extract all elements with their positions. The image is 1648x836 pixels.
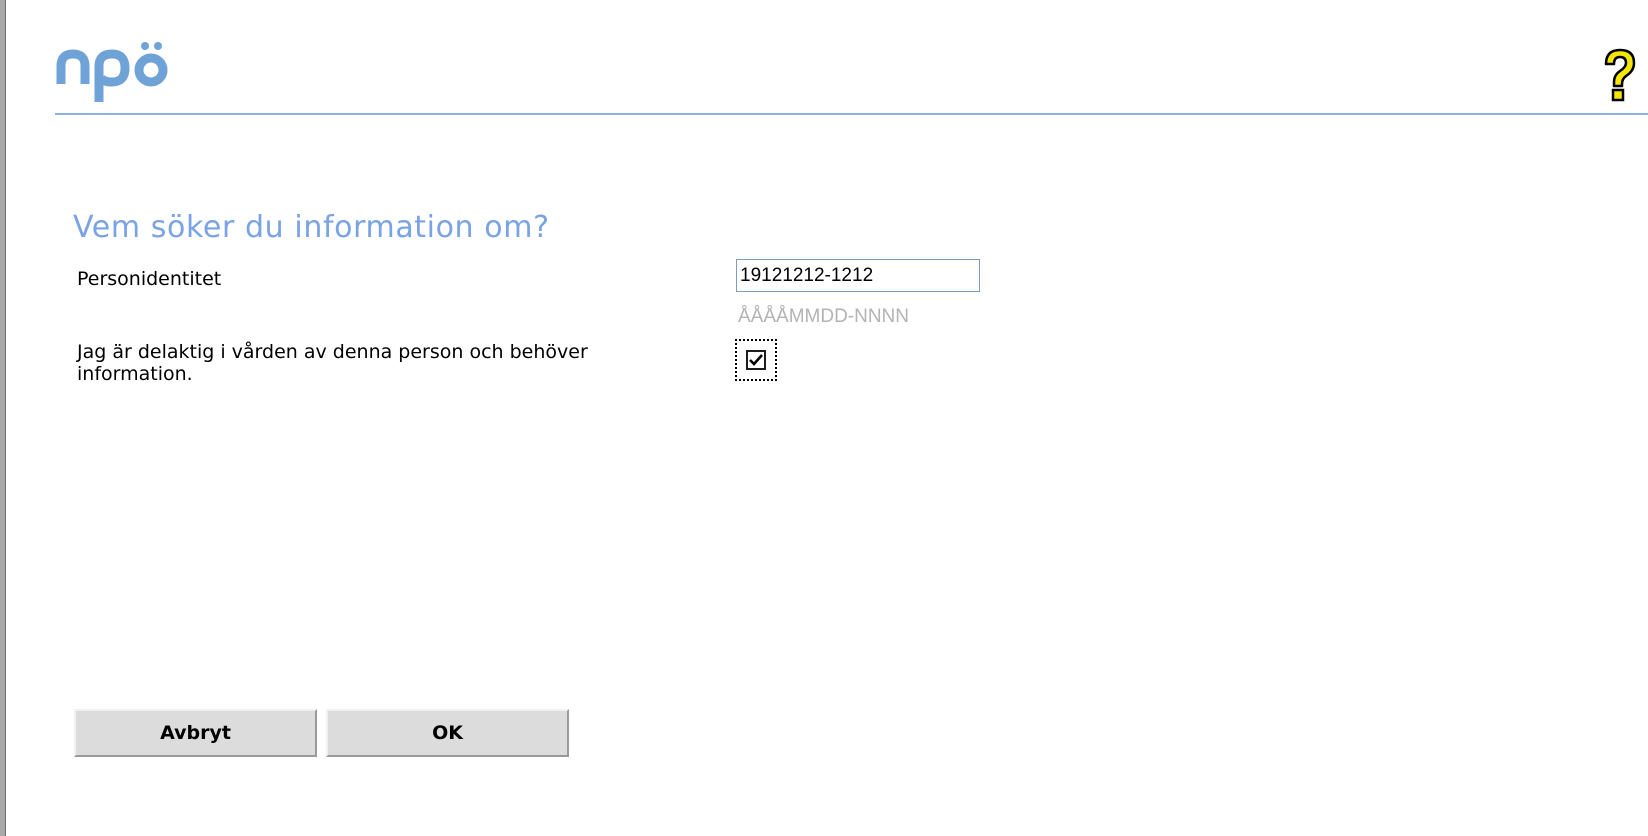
checkbox-box: [746, 350, 766, 370]
header-divider: [55, 113, 1648, 115]
npo-logo: [56, 42, 168, 102]
person-id-label: Personidentitet: [77, 268, 222, 290]
window-left-border: [0, 0, 6, 836]
involved-in-care-checkbox[interactable]: [735, 339, 777, 381]
involved-in-care-label: Jag är delaktig i vården av denna person…: [77, 341, 588, 385]
checkmark-icon: [749, 354, 763, 366]
ok-button[interactable]: OK: [326, 709, 569, 757]
person-id-input[interactable]: [736, 259, 980, 292]
cancel-button[interactable]: Avbryt: [74, 709, 317, 757]
person-id-format-hint: ÅÅÅÅMMDD-NNNN: [738, 306, 909, 327]
dialog-window: Vem söker du information om? Personident…: [0, 0, 1648, 836]
form-title: Vem söker du information om?: [73, 210, 550, 245]
question-mark-icon[interactable]: [1600, 46, 1640, 104]
